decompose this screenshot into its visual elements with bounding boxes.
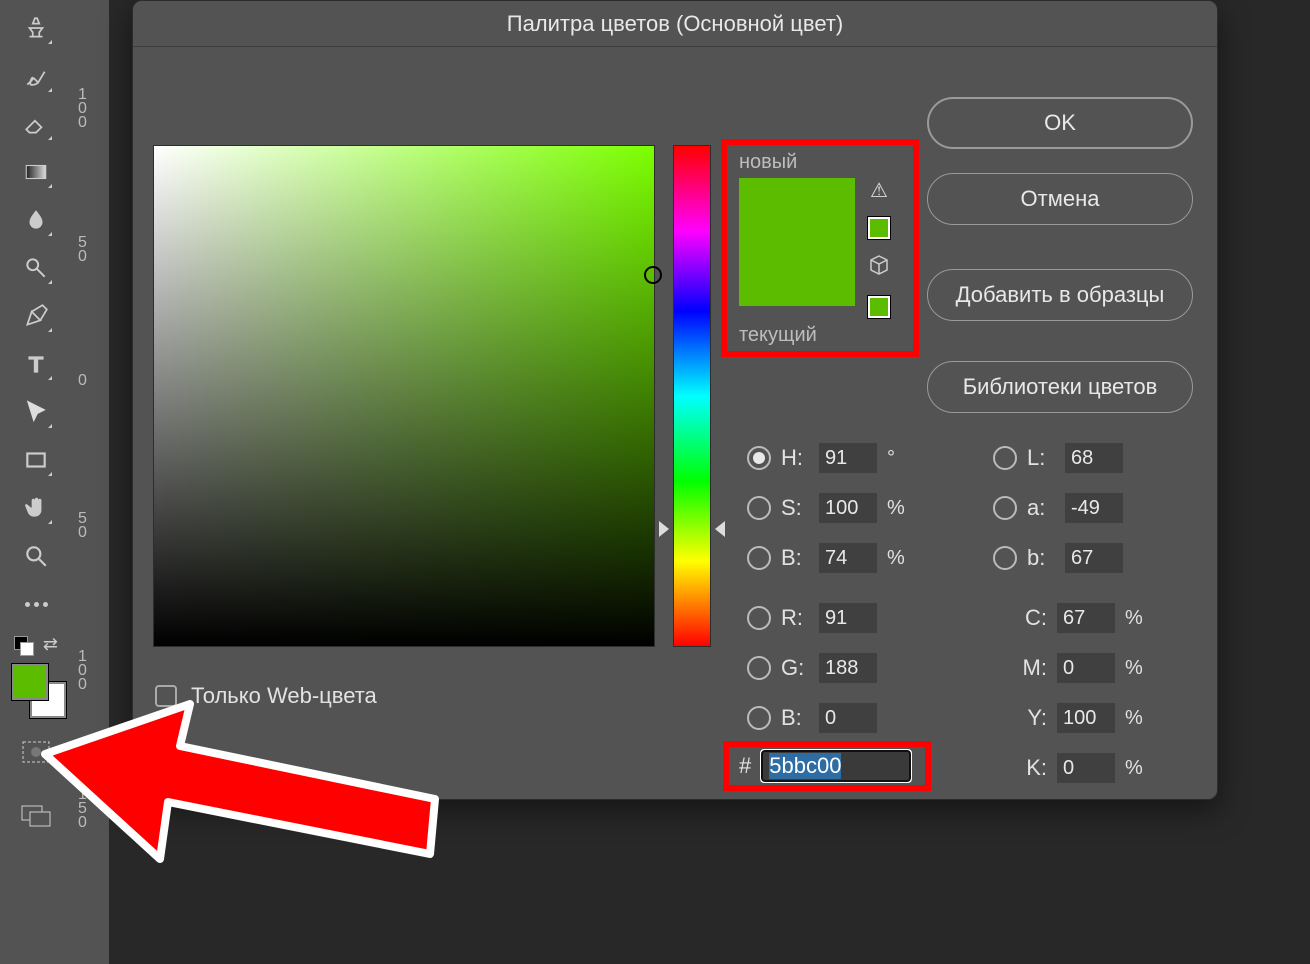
input-L[interactable] [1065, 443, 1123, 473]
ok-button[interactable]: OK [927, 97, 1193, 149]
eraser-tool[interactable] [12, 102, 60, 146]
websafe-nearest-swatch[interactable] [868, 296, 890, 318]
label-B: B: [781, 705, 809, 731]
radio-G[interactable] [747, 656, 771, 680]
foreground-color-chip[interactable] [12, 664, 48, 700]
ruler-tick: 50 [76, 510, 90, 538]
blur-tool[interactable] [12, 198, 60, 242]
zoom-tool[interactable] [12, 534, 60, 578]
current-color-swatch[interactable] [739, 242, 855, 306]
label-Bv: B: [781, 545, 809, 571]
unit-C: % [1125, 607, 1149, 630]
gradient-tool[interactable] [12, 150, 60, 194]
unit-S: % [887, 497, 911, 520]
pen-tool[interactable] [12, 294, 60, 338]
preview-new-label: новый [739, 151, 913, 174]
radio-a[interactable] [993, 496, 1017, 520]
edit-toolbar[interactable] [12, 582, 60, 626]
dodge-tool[interactable] [12, 246, 60, 290]
label-K: K: [1019, 755, 1047, 781]
label-S: S: [781, 495, 809, 521]
unit-H: ° [887, 447, 911, 470]
radio-R[interactable] [747, 606, 771, 630]
preview-current-label: текущий [739, 324, 913, 347]
input-K[interactable] [1057, 753, 1115, 783]
radio-L[interactable] [993, 446, 1017, 470]
websafe-warning-icon[interactable] [867, 253, 891, 282]
input-R[interactable] [819, 603, 877, 633]
foreground-background-colors[interactable] [6, 664, 66, 710]
radio-H[interactable] [747, 446, 771, 470]
input-G[interactable] [819, 653, 877, 683]
radio-Bv[interactable] [747, 546, 771, 570]
hue-slider[interactable] [673, 145, 711, 647]
unit-M: % [1125, 657, 1149, 680]
input-Y[interactable] [1057, 703, 1115, 733]
input-a[interactable] [1065, 493, 1123, 523]
input-H[interactable] [819, 443, 877, 473]
hue-slider-thumb-right[interactable] [715, 521, 725, 537]
hex-hash-label: # [739, 753, 751, 779]
input-M[interactable] [1057, 653, 1115, 683]
only-web-colors-checkbox[interactable]: Только Web-цвета [155, 683, 377, 709]
input-S[interactable] [819, 493, 877, 523]
color-picker-dialog: Палитра цветов (Основной цвет) новый ⚠ [132, 0, 1218, 800]
ruler-tick: 50 [76, 234, 90, 262]
label-C: C: [1019, 605, 1047, 631]
input-B[interactable] [819, 703, 877, 733]
add-to-swatches-button[interactable]: Добавить в образцы [927, 269, 1193, 321]
unit-K: % [1125, 757, 1149, 780]
ruler-tick: 100 [76, 648, 90, 690]
toolbar: ⇄ [0, 0, 72, 964]
path-selection-tool[interactable] [12, 390, 60, 434]
clone-stamp-tool[interactable] [12, 6, 60, 50]
hex-input[interactable] [761, 750, 911, 782]
vertical-ruler: 100 50 0 50 100 150 [72, 0, 110, 964]
input-C[interactable] [1057, 603, 1115, 633]
checkbox-box[interactable] [155, 685, 177, 707]
ruler-tick: 150 [76, 786, 90, 828]
gamut-nearest-swatch[interactable] [868, 217, 890, 239]
swap-arrow-icon: ⇄ [43, 634, 58, 655]
input-bL[interactable] [1065, 543, 1123, 573]
radio-B[interactable] [747, 706, 771, 730]
picker-cursor[interactable] [644, 266, 662, 284]
label-G: G: [781, 655, 809, 681]
ruler-tick: 0 [76, 372, 90, 386]
hand-tool[interactable] [12, 486, 60, 530]
default-swap-colors[interactable]: ⇄ [6, 632, 66, 662]
new-color-swatch[interactable] [739, 178, 855, 242]
screen-mode[interactable] [12, 794, 60, 838]
label-L: L: [1027, 445, 1055, 471]
label-R: R: [781, 605, 809, 631]
color-libraries-button[interactable]: Библиотеки цветов [927, 361, 1193, 413]
saturation-brightness-field[interactable] [153, 145, 655, 647]
label-M: M: [1019, 655, 1047, 681]
gamut-warning-icon[interactable]: ⚠ [870, 178, 888, 203]
hex-field-wrapper: # [723, 741, 931, 791]
dialog-title: Палитра цветов (Основной цвет) [133, 1, 1217, 47]
radio-bL[interactable] [993, 546, 1017, 570]
label-H: H: [781, 445, 809, 471]
cancel-button[interactable]: Отмена [927, 173, 1193, 225]
label-Y: Y: [1019, 705, 1047, 731]
label-a: a: [1027, 495, 1055, 521]
quick-mask-mode[interactable] [12, 730, 60, 774]
ruler-tick: 100 [76, 86, 90, 128]
radio-S[interactable] [747, 496, 771, 520]
only-web-colors-label: Только Web-цвета [191, 683, 377, 709]
hue-slider-thumb-left[interactable] [659, 521, 669, 537]
color-preview-panel: новый ⚠ текущий [721, 139, 919, 357]
unit-Y: % [1125, 707, 1149, 730]
type-tool[interactable] [12, 342, 60, 386]
unit-Bv: % [887, 547, 911, 570]
label-bL: b: [1027, 545, 1055, 571]
input-Bv[interactable] [819, 543, 877, 573]
history-brush-tool[interactable] [12, 54, 60, 98]
rectangle-tool[interactable] [12, 438, 60, 482]
